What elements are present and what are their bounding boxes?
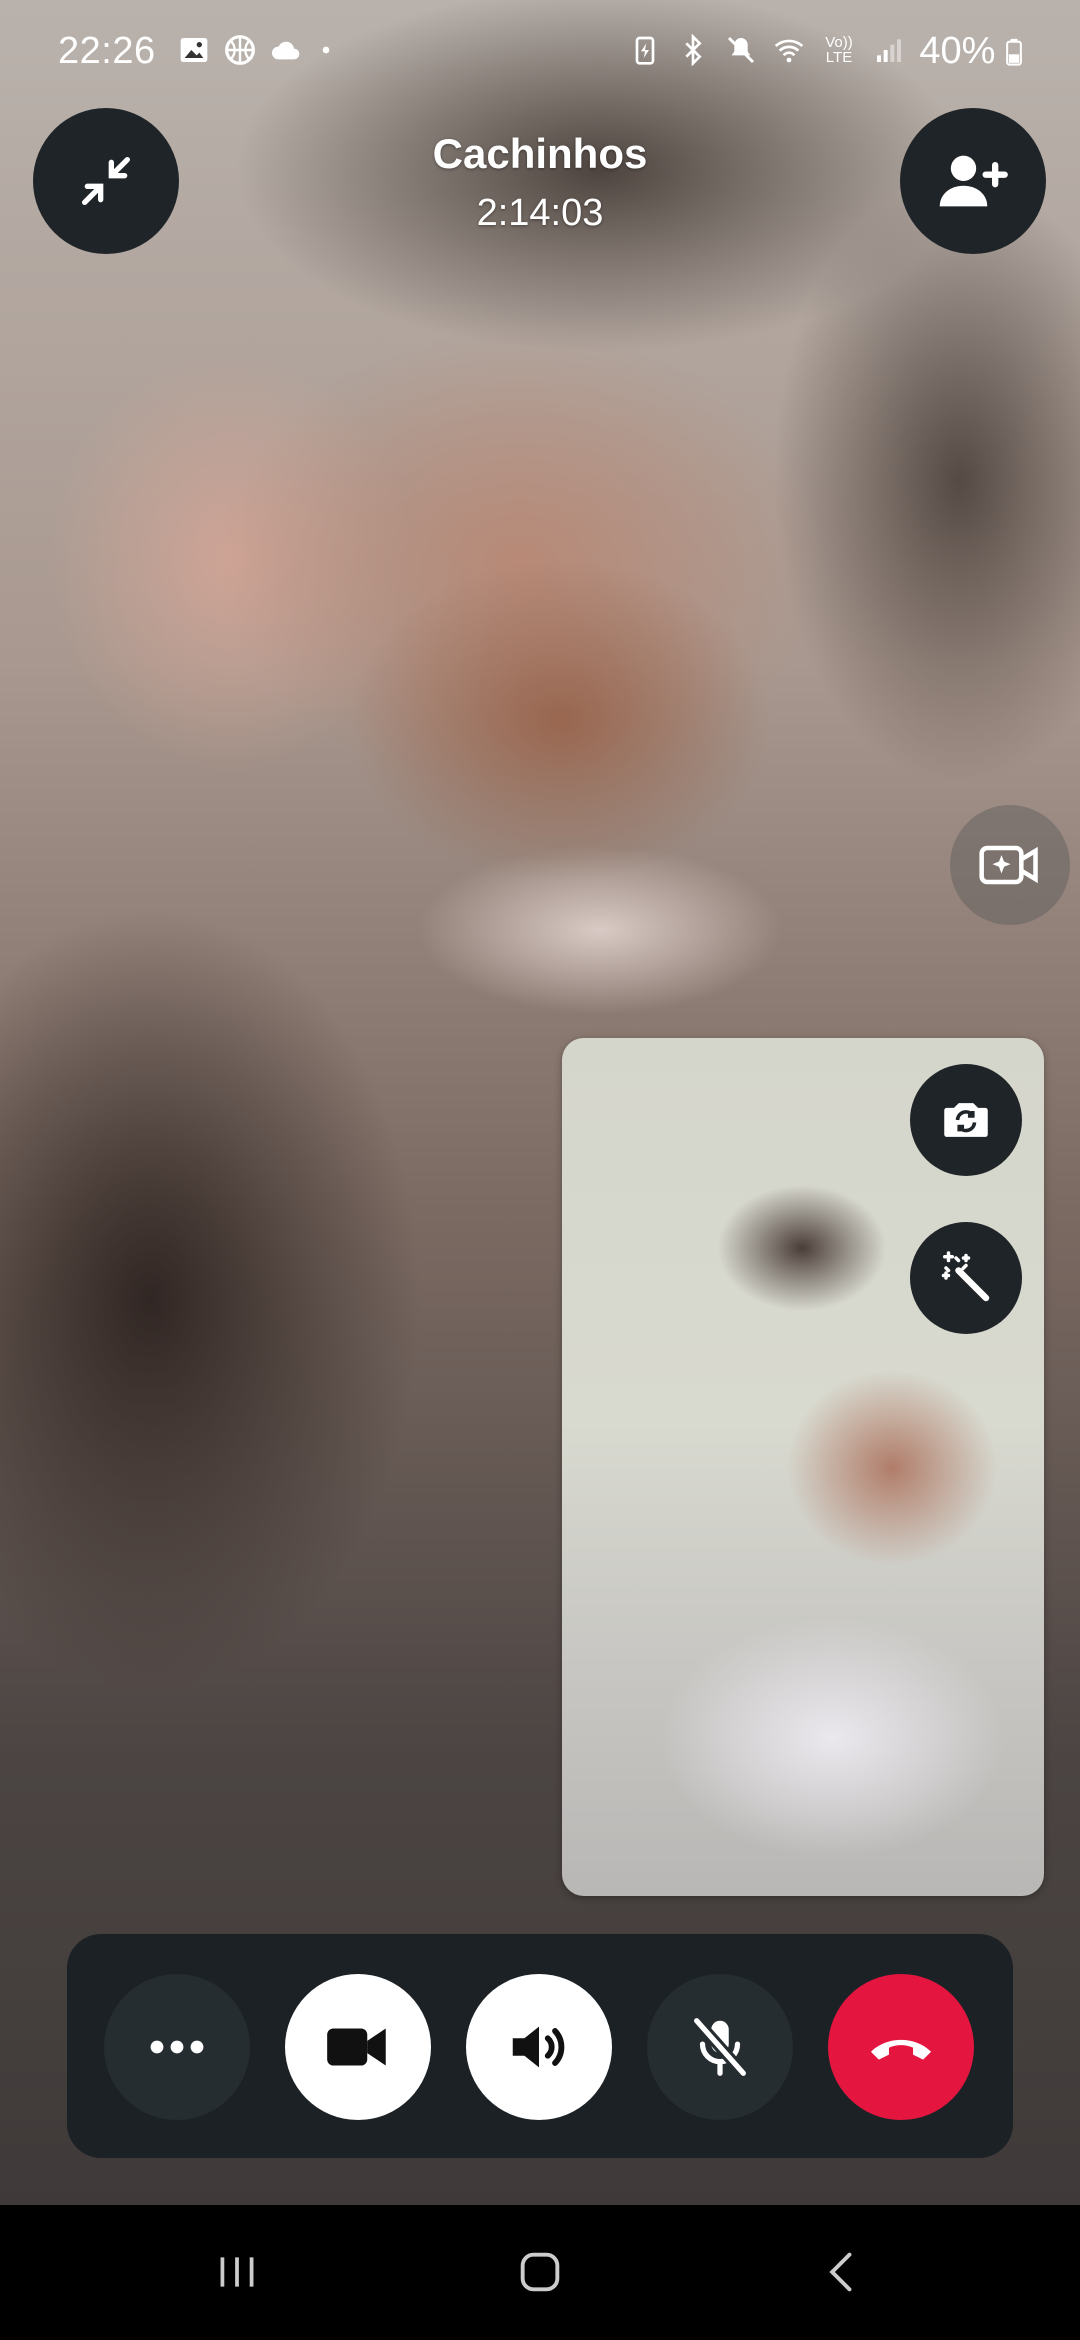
speaker-button[interactable]: [466, 1974, 612, 2120]
add-person-icon: [939, 155, 1008, 207]
cloud-icon: [271, 41, 300, 60]
basketball-icon: [225, 35, 255, 65]
volte-icon: Vo)) LTE: [825, 34, 853, 66]
more-icon: [150, 2040, 204, 2054]
status-bar: 22:26 Vo)) LTE 40%: [0, 0, 1080, 100]
video-camera-icon: [327, 2028, 386, 2066]
speaker-icon: [512, 2026, 565, 2068]
add-person-button[interactable]: [900, 108, 1046, 254]
gallery-icon: [180, 38, 208, 62]
end-call-icon: [870, 2039, 932, 2060]
home-button[interactable]: [495, 2237, 585, 2307]
magic-wand-button[interactable]: [910, 1222, 1022, 1334]
dot-icon: [322, 46, 330, 54]
signal-icon: [877, 39, 901, 62]
mute-icon: [727, 36, 755, 64]
status-time: 22:26: [58, 30, 156, 72]
flip-camera-button[interactable]: [910, 1064, 1022, 1176]
back-button[interactable]: [798, 2237, 888, 2307]
video-toggle-button[interactable]: [285, 1974, 431, 2120]
self-view-video[interactable]: [562, 1038, 1044, 1896]
battery-percent-label: 40%: [919, 30, 996, 72]
mic-off-icon: [692, 2016, 748, 2078]
end-call-button[interactable]: [828, 1974, 974, 2120]
call-screen: 22:26 Vo)) LTE 40% Cachinhos 2:14:03: [0, 0, 1080, 2205]
bluetooth-icon: [685, 34, 702, 66]
mute-mic-button[interactable]: [647, 1974, 793, 2120]
battery-percent: 40%: [919, 30, 1022, 73]
back-icon: [829, 2252, 852, 2292]
more-options-button[interactable]: [104, 1974, 250, 2120]
recents-icon: [220, 2257, 254, 2287]
wifi-icon: [774, 39, 804, 63]
system-nav-bar: [0, 2205, 1080, 2340]
video-effects-button[interactable]: [950, 805, 1070, 925]
battery-icon: [1006, 38, 1022, 66]
battery-saver-icon: [635, 36, 655, 65]
video-effects-icon: [979, 845, 1038, 885]
flip-camera-icon: [944, 1103, 988, 1137]
call-controls-bar: [67, 1934, 1013, 2158]
magic-wand-icon: [941, 1251, 990, 1302]
recents-button[interactable]: [192, 2237, 282, 2307]
home-icon: [520, 2252, 560, 2292]
